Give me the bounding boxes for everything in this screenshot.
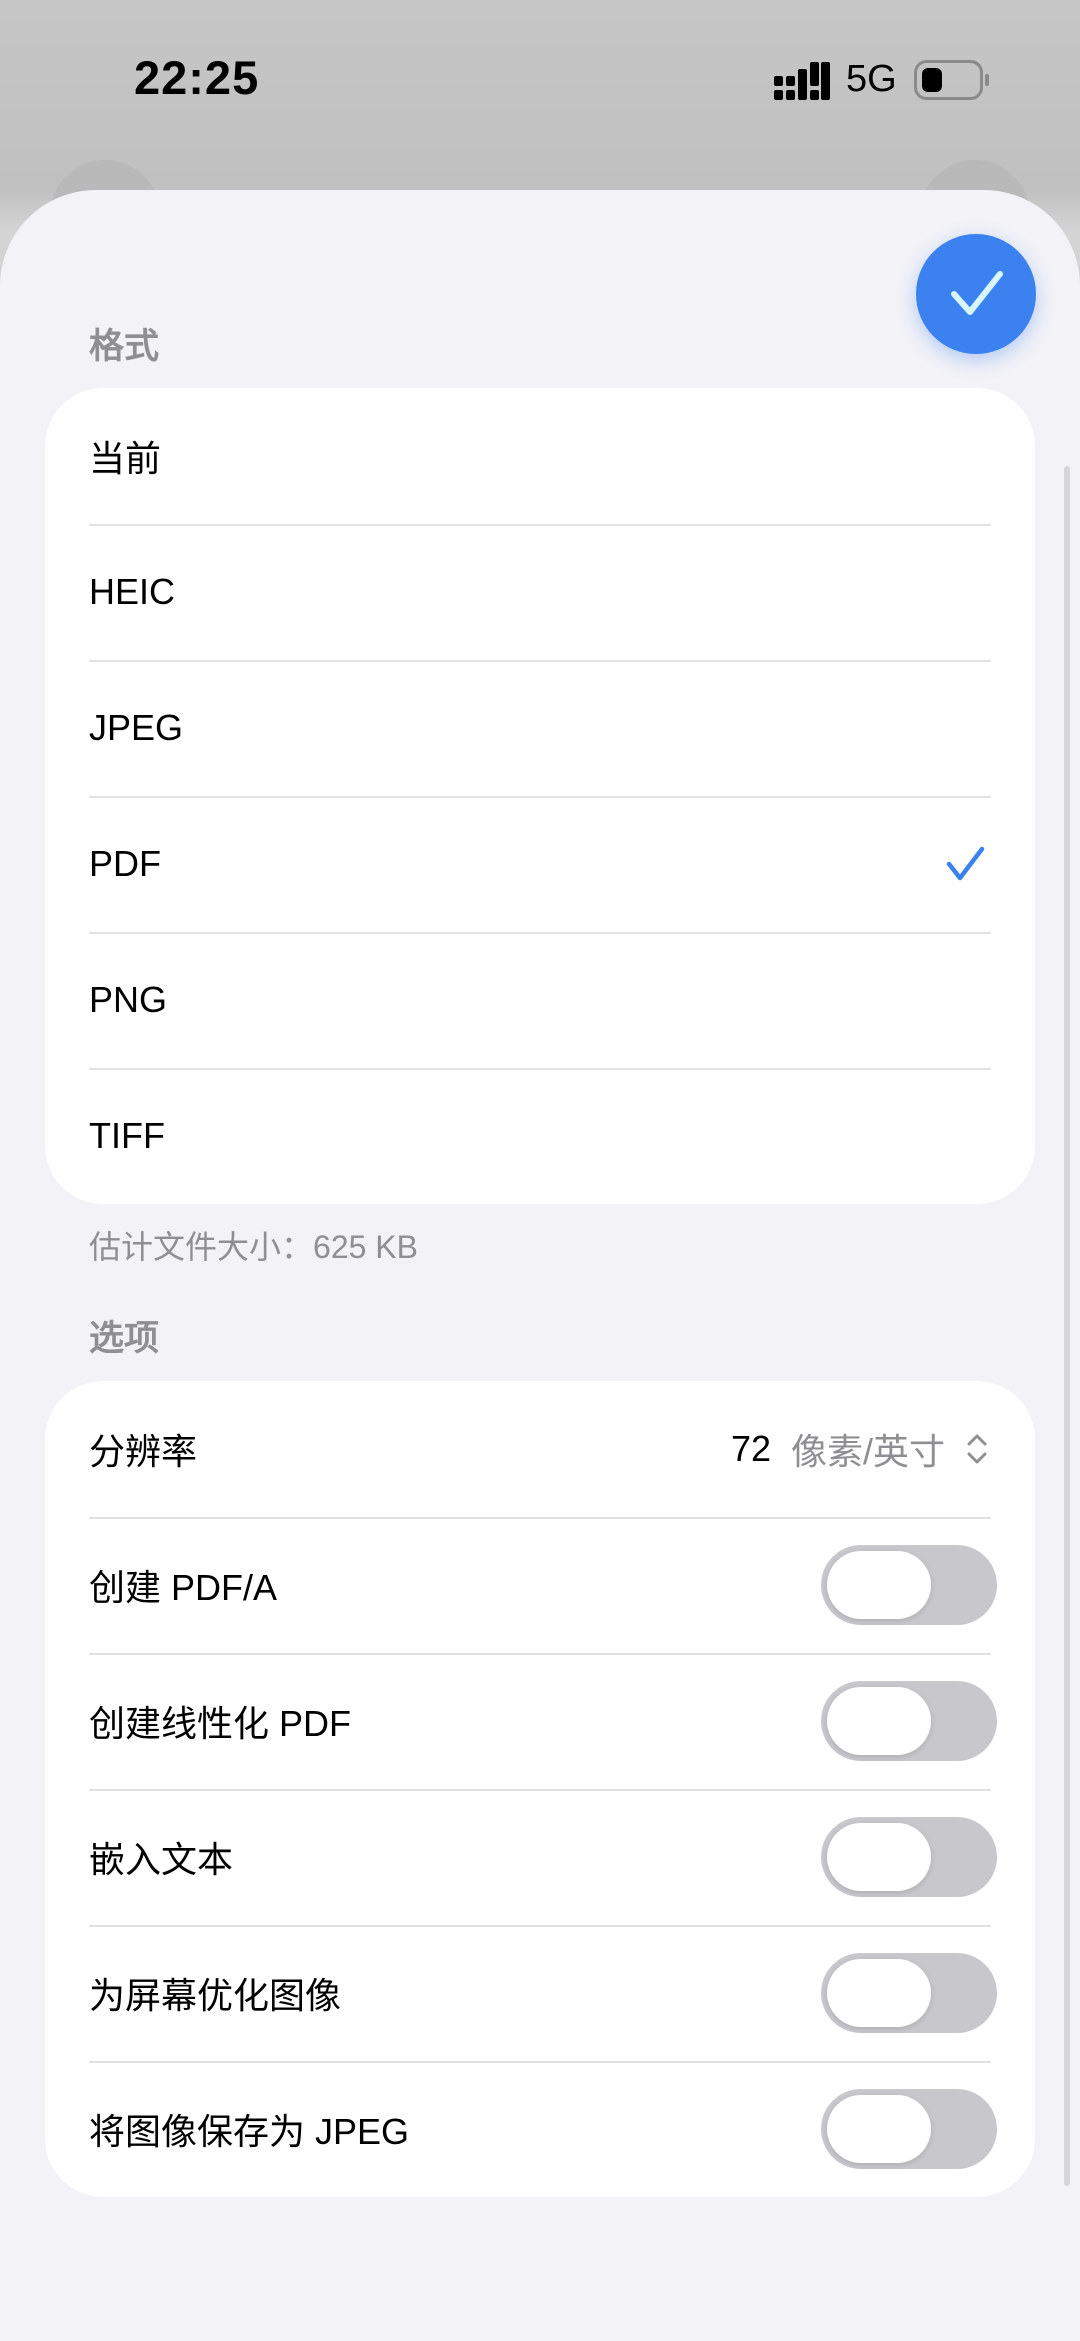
resolution-value: 72 [730, 1428, 771, 1469]
toggle-knob [827, 2095, 931, 2163]
format-option-png[interactable]: PNG [45, 932, 1035, 1068]
format-option-label: 当前 [89, 438, 162, 479]
format-section-header: 格式 [89, 327, 160, 366]
resolution-row[interactable]: 分辨率 72 像素/英寸 [45, 1381, 1035, 1517]
status-bar: 22:25 5G [0, 0, 1080, 160]
option-row-embed-text: 嵌入文本 [45, 1789, 1035, 1925]
confirm-button[interactable] [916, 234, 1036, 354]
signal-icon [774, 62, 830, 100]
format-option-heic[interactable]: HEIC [45, 524, 1035, 660]
format-option-jpeg[interactable]: JPEG [45, 660, 1035, 796]
battery-icon [914, 60, 989, 100]
option-row-pdfa: 创建 PDF/A [45, 1517, 1035, 1653]
scroll-indicator[interactable] [1064, 466, 1070, 2186]
embed-text-toggle[interactable] [821, 1817, 997, 1897]
toggle-knob [827, 1551, 931, 1619]
format-option-tiff[interactable]: TIFF [45, 1068, 1035, 1204]
format-option-label: TIFF [89, 1115, 165, 1156]
format-option-current[interactable]: 当前 [45, 388, 1035, 524]
option-label: 创建线性化 PDF [89, 1703, 352, 1744]
checkmark-icon [946, 846, 985, 881]
checkmark-icon [951, 271, 1003, 315]
option-row-optimize-images: 为屏幕优化图像 [45, 1925, 1035, 2061]
option-row-linearized-pdf: 创建线性化 PDF [45, 1653, 1035, 1789]
toggle-knob [827, 1823, 931, 1891]
status-time: 22:25 [134, 51, 260, 104]
format-list: 当前 HEIC JPEG PDF PNG TIFF [45, 388, 1035, 1204]
estimated-file-size-value: 625 KB [313, 1229, 418, 1265]
resolution-label: 分辨率 [89, 1431, 198, 1472]
toggle-knob [827, 1959, 931, 2027]
resolution-unit: 像素/英寸 [790, 1431, 945, 1472]
option-label: 创建 PDF/A [89, 1567, 278, 1608]
options-list: 分辨率 72 像素/英寸 创建 PDF/A 创建线性化 PDF 嵌入文本 为屏幕… [45, 1381, 1035, 2197]
format-option-label: PNG [89, 979, 168, 1020]
options-section-header: 选项 [89, 1319, 160, 1358]
option-label: 将图像保存为 JPEG [89, 2111, 410, 2152]
format-option-label: HEIC [89, 571, 176, 612]
option-label: 嵌入文本 [89, 1839, 234, 1880]
option-row-save-as-jpeg: 将图像保存为 JPEG [45, 2061, 1035, 2197]
estimated-file-size-label: 估计文件大小： [89, 1229, 314, 1265]
resolution-stepper[interactable]: 72 像素/英寸 [731, 1423, 991, 1475]
format-option-label: JPEG [89, 707, 184, 748]
format-option-label: PDF [89, 843, 161, 884]
estimated-file-size: 估计文件大小：625 KB [89, 1222, 418, 1268]
chevron-up-down-icon [967, 1434, 987, 1464]
toggle-knob [827, 1687, 931, 1755]
save-as-jpeg-toggle[interactable] [821, 2089, 997, 2169]
option-label: 为屏幕优化图像 [89, 1975, 342, 2016]
optimize-images-toggle[interactable] [821, 1953, 997, 2033]
format-option-pdf[interactable]: PDF [45, 796, 1035, 932]
network-label: 5G [846, 58, 897, 100]
linearized-pdf-toggle[interactable] [821, 1681, 997, 1761]
pdfa-toggle[interactable] [821, 1545, 997, 1625]
